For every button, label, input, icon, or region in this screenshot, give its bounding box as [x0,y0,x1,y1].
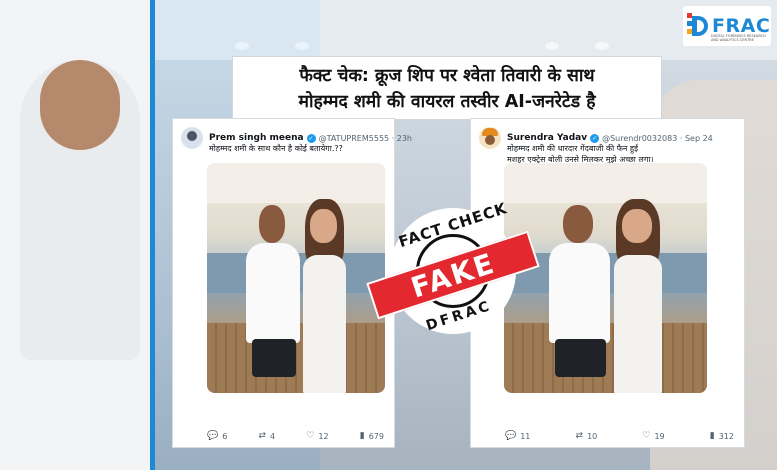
dfrac-logo: FRAC DIGITAL FORENSICS RESEARCH AND ANAL… [683,6,771,46]
ceiling-light [545,42,559,50]
tweet-actions: 💬 6 ⇄ 4 ♡ 12 ▮ 679 [207,431,384,441]
fact-check-stamp: FACT CHECK FAKE DFRAC [366,199,540,350]
verified-badge-icon: ✓ [306,133,316,143]
verified-badge-icon: ✓ [590,133,600,143]
reply-button[interactable]: 💬 6 [207,431,227,441]
heart-icon: ♡ [642,431,651,441]
retweet-count: 4 [270,431,276,441]
like-count: 12 [318,431,329,441]
ceiling-light [235,42,249,50]
retweet-button[interactable]: ⇄ 4 [258,431,275,441]
views-chart-icon: ▮ [359,431,365,441]
tweet-text: मोहम्मद शमी की धारदार गेंदबाजी की फैन हु… [507,143,653,165]
background-left-panel [0,0,150,470]
views-chart-icon: ▮ [709,431,715,441]
views-button[interactable]: ▮ 679 [360,431,384,441]
views-count: 679 [368,431,384,441]
logo-subtitle: DIGITAL FORENSICS RESEARCH AND ANALYTICS… [711,34,766,42]
heart-icon: ♡ [306,431,315,441]
tweet-photo[interactable] [207,163,385,393]
views-count: 312 [718,431,734,441]
avatar[interactable] [181,127,203,149]
tweet-author-handle: @TATUPREM5555 · 23h [318,133,412,143]
tweet-author-name[interactable]: Surendra Yadav [507,133,587,143]
like-count: 19 [654,431,665,441]
headline-line-1: फैक्ट चेक: क्रूज शिप पर श्वेता तिवारी के… [299,66,595,86]
retweet-icon: ⇄ [575,431,584,441]
reply-icon: 💬 [207,431,219,441]
background-person-head [40,60,120,150]
logo-mark-icon [687,13,709,39]
retweet-count: 10 [587,431,598,441]
avatar[interactable] [479,127,501,149]
ceiling-light [595,42,609,50]
tweet-text-line: मोहम्मद शमी के साथ कौन है कोई बतायेगा.?? [209,144,343,153]
tweet-text: मोहम्मद शमी के साथ कौन है कोई बतायेगा.?? [209,143,343,154]
reply-button[interactable]: 💬 11 [505,431,530,441]
retweet-icon: ⇄ [258,431,267,441]
views-button[interactable]: ▮ 312 [710,431,734,441]
tweet-card: Prem singh meena ✓ @TATUPREM5555 · 23h म… [172,118,412,448]
ceiling-light [295,42,309,50]
like-button[interactable]: ♡ 19 [642,431,664,441]
like-button[interactable]: ♡ 12 [306,431,328,441]
headline-line-2: मोहम्मद शमी की वायरल तस्वीर AI-जनरेटेड ह… [298,92,596,112]
retweet-button[interactable]: ⇄ 10 [576,431,598,441]
tweet-author-handle: @Surendr0032083 · Sep 24 [602,133,713,143]
tweet-actions: 💬 11 ⇄ 10 ♡ 19 ▮ 312 [505,431,734,441]
reply-icon: 💬 [505,431,517,441]
tweet-text-line: मोहम्मद शमी की धारदार गेंदबाजी की फैन हु… [507,144,639,153]
tweet-author-name[interactable]: Prem singh meena [209,133,304,143]
headline-box: फैक्ट चेक: क्रूज शिप पर श्वेता तिवारी के… [232,56,662,120]
reply-count: 6 [222,431,228,441]
reply-count: 11 [520,431,531,441]
